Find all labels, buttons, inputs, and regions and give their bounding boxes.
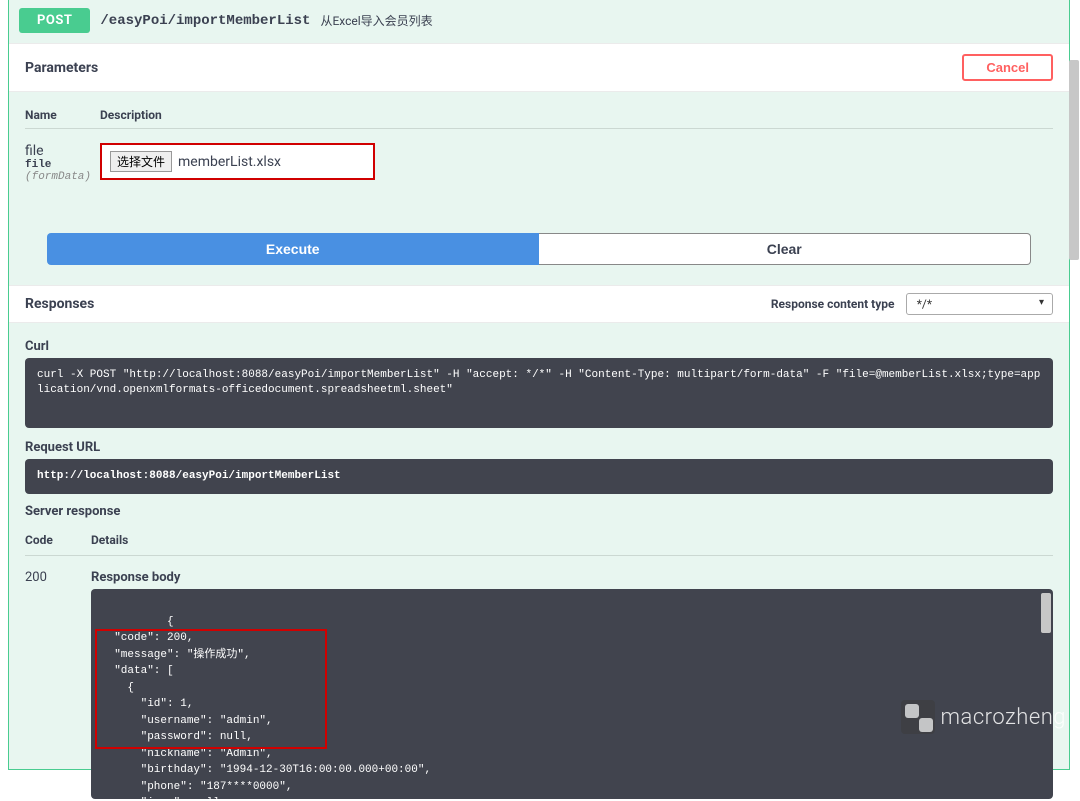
chosen-filename: memberList.xlsx [178, 154, 281, 170]
clear-button[interactable]: Clear [539, 233, 1032, 265]
response-col-code: Code [25, 533, 91, 547]
response-content-type-label: Response content type [771, 297, 895, 311]
param-type: file [25, 159, 100, 171]
server-response-label: Server response [25, 504, 1053, 519]
file-input-highlight: 选择文件 memberList.xlsx [100, 143, 375, 180]
response-content-type-value: */* [917, 297, 932, 311]
chevron-down-icon: ▾ [1039, 297, 1044, 308]
http-method-badge: POST [19, 8, 90, 33]
execute-button[interactable]: Execute [47, 233, 539, 265]
scrollbar-thumb[interactable] [1041, 593, 1051, 633]
responses-body: Curl curl -X POST "http://localhost:8088… [9, 323, 1069, 799]
operation-header[interactable]: POST /easyPoi/importMemberList 从Excel导入会… [9, 0, 1069, 43]
parameter-row: file file (formData) 选择文件 memberList.xls… [25, 129, 1053, 189]
parameters-bar: Parameters Cancel [9, 43, 1069, 92]
endpoint-path: /easyPoi/importMemberList [100, 13, 310, 29]
request-url-label: Request URL [25, 440, 1053, 455]
param-in: (formData) [25, 171, 100, 183]
curl-label: Curl [25, 339, 1053, 354]
curl-command-block[interactable]: curl -X POST "http://localhost:8088/easy… [25, 358, 1053, 428]
cancel-button[interactable]: Cancel [962, 54, 1053, 81]
page-scrollbar-thumb[interactable] [1069, 60, 1079, 260]
response-body-text: { "code": 200, "message": "操作成功", "data"… [101, 616, 431, 800]
response-body-label: Response body [91, 570, 1053, 585]
responses-title: Responses [25, 296, 94, 312]
choose-file-button[interactable]: 选择文件 [110, 151, 172, 172]
param-col-description: Description [100, 108, 1053, 122]
request-url-block[interactable]: http://localhost:8088/easyPoi/importMemb… [25, 459, 1053, 494]
response-body-block[interactable]: { "code": 200, "message": "操作成功", "data"… [91, 589, 1053, 799]
endpoint-summary: 从Excel导入会员列表 [320, 12, 432, 29]
responses-bar: Responses Response content type */* ▾ [9, 285, 1069, 323]
parameters-body: Name Description file file (formData) 选择… [9, 92, 1069, 285]
param-name: file [25, 143, 100, 159]
parameters-title: Parameters [25, 60, 98, 76]
response-col-details: Details [91, 533, 1053, 547]
response-content-type-select[interactable]: */* ▾ [906, 293, 1053, 315]
response-status-code: 200 [25, 570, 91, 799]
param-col-name: Name [25, 108, 100, 122]
